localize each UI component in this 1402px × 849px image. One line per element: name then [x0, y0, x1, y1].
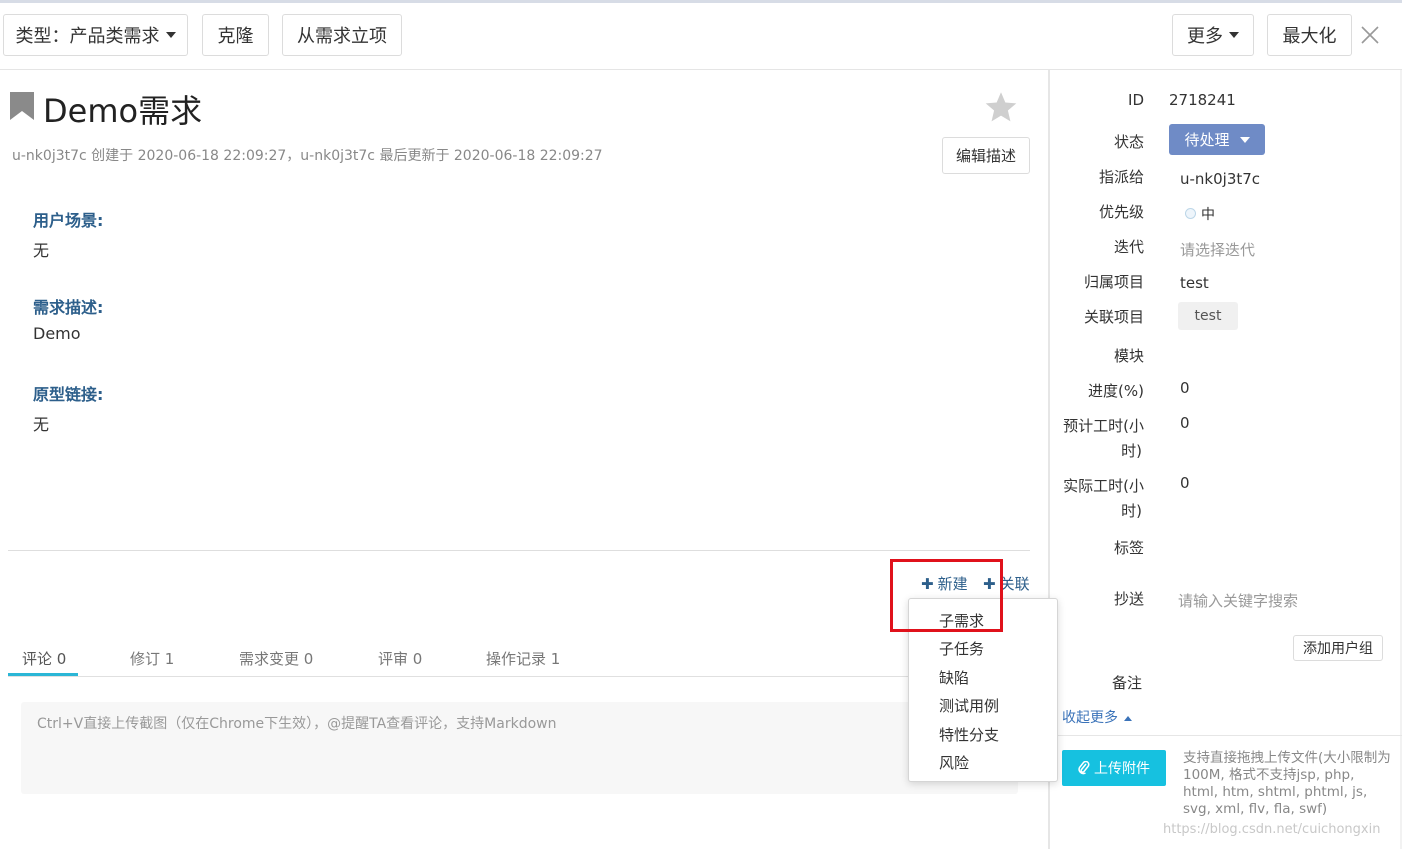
- field-value-iteration[interactable]: 请选择迭代: [1180, 239, 1255, 260]
- add-user-group-label: 添加用户组: [1303, 641, 1373, 657]
- field-label-assignee: 指派给: [1098, 168, 1144, 186]
- field-value-project[interactable]: test: [1180, 274, 1209, 292]
- collapse-more-link[interactable]: 收起更多: [1062, 707, 1132, 727]
- field-label-module: 模块: [1113, 347, 1144, 365]
- clone-button[interactable]: 克隆: [202, 14, 269, 56]
- menu-item-test-case[interactable]: 测试用例: [939, 695, 999, 716]
- field-label-related-project: 关联项目: [1083, 308, 1144, 326]
- bookmark-icon: [10, 92, 34, 120]
- divider: [8, 550, 1030, 551]
- section-value-description: Demo: [33, 324, 81, 343]
- field-value-actual-hours[interactable]: 0: [1180, 474, 1190, 492]
- created-updated-meta: u-nk0j3t7c 创建于 2020-06-18 22:09:27，u-nk0…: [12, 148, 603, 164]
- maximize-label: 最大化: [1282, 26, 1337, 47]
- status-dropdown-button[interactable]: 待处理: [1169, 124, 1265, 155]
- field-label-cc: 抄送: [1113, 590, 1144, 608]
- field-label-priority: 优先级: [1098, 203, 1144, 221]
- related-project-chip[interactable]: test: [1178, 302, 1238, 330]
- comment-input[interactable]: Ctrl+V直接上传截图（仅在Chrome下生效），@提醒TA查看评论，支持Ma…: [21, 702, 1018, 794]
- field-value-estimated-hours[interactable]: 0: [1180, 414, 1190, 432]
- chevron-down-icon: [1239, 136, 1250, 143]
- close-icon[interactable]: [1358, 23, 1382, 47]
- related-project-value: test: [1194, 308, 1222, 324]
- toolbar: 类型：产品类需求 克隆 从需求立项 更多 最大化: [0, 3, 1402, 70]
- edit-description-label: 编辑描述: [955, 147, 1016, 165]
- section-label-description: 需求描述:: [33, 298, 104, 317]
- add-user-group-button[interactable]: 添加用户组: [1293, 635, 1383, 661]
- collapse-more-label: 收起更多: [1062, 710, 1118, 726]
- tab-requirement-changes[interactable]: 需求变更 0: [239, 648, 313, 669]
- field-label-progress: 进度(%): [1088, 382, 1144, 400]
- upload-attachment-label: 上传附件: [1094, 761, 1150, 777]
- cc-search-input[interactable]: 请输入关键字搜索: [1178, 590, 1298, 611]
- field-label-iteration: 迭代: [1113, 238, 1144, 256]
- section-value-user-scenario: 无: [33, 241, 50, 260]
- menu-item-sub-task[interactable]: 子任务: [939, 638, 984, 659]
- field-label-estimated-hours-2: 时): [1121, 442, 1142, 460]
- field-label-actual-hours-2: 时): [1121, 502, 1142, 520]
- tab-revisions[interactable]: 修订 1: [130, 648, 174, 669]
- edit-description-button[interactable]: 编辑描述: [942, 137, 1030, 174]
- more-dropdown-button[interactable]: 更多: [1172, 14, 1254, 56]
- priority-dot-icon: [1185, 208, 1196, 219]
- chevron-down-icon: [1229, 32, 1239, 38]
- chevron-up-icon: [1124, 715, 1132, 721]
- highlight-annotation-box: [890, 559, 1003, 632]
- star-icon[interactable]: [983, 90, 1019, 126]
- upload-hint-text: 支持直接拖拽上传文件(大小限制为100M, 格式不支持jsp, php, htm…: [1183, 750, 1391, 817]
- active-tab-indicator: [8, 673, 78, 676]
- field-label-project: 归属项目: [1083, 273, 1144, 291]
- menu-item-risk[interactable]: 风险: [939, 752, 969, 773]
- watermark: https://blog.csdn.net/cuichongxin: [1163, 822, 1381, 837]
- more-label: 更多: [1187, 26, 1223, 47]
- tab-reviews[interactable]: 评审 0: [378, 648, 422, 669]
- section-label-user-scenario: 用户场景:: [33, 211, 104, 230]
- chevron-down-icon: [165, 32, 176, 38]
- page-title: Demo需求: [43, 92, 203, 130]
- field-value-priority[interactable]: 中: [1201, 204, 1215, 224]
- comment-placeholder: Ctrl+V直接上传截图（仅在Chrome下生效），@提醒TA查看评论，支持Ma…: [37, 716, 557, 732]
- upload-attachment-button[interactable]: 上传附件: [1062, 750, 1166, 786]
- maximize-button[interactable]: 最大化: [1267, 14, 1352, 56]
- paperclip-icon: [1078, 761, 1090, 775]
- field-label-notes: 备注: [1111, 674, 1142, 692]
- create-project-label: 从需求立项: [297, 26, 387, 47]
- field-label-status: 状态: [1113, 133, 1144, 151]
- clone-label: 克隆: [217, 26, 254, 47]
- right-panel-separator: [1050, 735, 1402, 736]
- type-dropdown-label: 类型：产品类需求: [15, 26, 160, 47]
- activity-tabs: 评论 0 修订 1 需求变更 0 评审 0 操作记录 1: [8, 636, 1018, 677]
- type-dropdown-button[interactable]: 类型：产品类需求: [3, 14, 188, 56]
- field-value-progress[interactable]: 0: [1180, 379, 1190, 397]
- section-label-prototype-link: 原型链接:: [33, 385, 104, 404]
- field-label-actual-hours-1: 实际工时(小: [1063, 477, 1144, 495]
- field-label-tags: 标签: [1113, 539, 1144, 557]
- field-value-assignee[interactable]: u-nk0j3t7c: [1180, 170, 1260, 188]
- menu-item-feature-branch[interactable]: 特性分支: [939, 724, 999, 745]
- link-item-label: 关联: [999, 575, 1030, 593]
- create-project-from-requirement-button[interactable]: 从需求立项: [282, 14, 402, 56]
- field-label-id: ID: [1128, 91, 1144, 109]
- field-label-estimated-hours-1: 预计工时(小: [1063, 417, 1144, 435]
- status-value: 待处理: [1184, 131, 1230, 149]
- field-value-id: 2718241: [1169, 91, 1236, 109]
- tab-operation-log[interactable]: 操作记录 1: [486, 648, 560, 669]
- section-value-prototype-link: 无: [33, 415, 50, 434]
- menu-item-defect[interactable]: 缺陷: [939, 667, 969, 688]
- tab-comments[interactable]: 评论 0: [22, 648, 66, 669]
